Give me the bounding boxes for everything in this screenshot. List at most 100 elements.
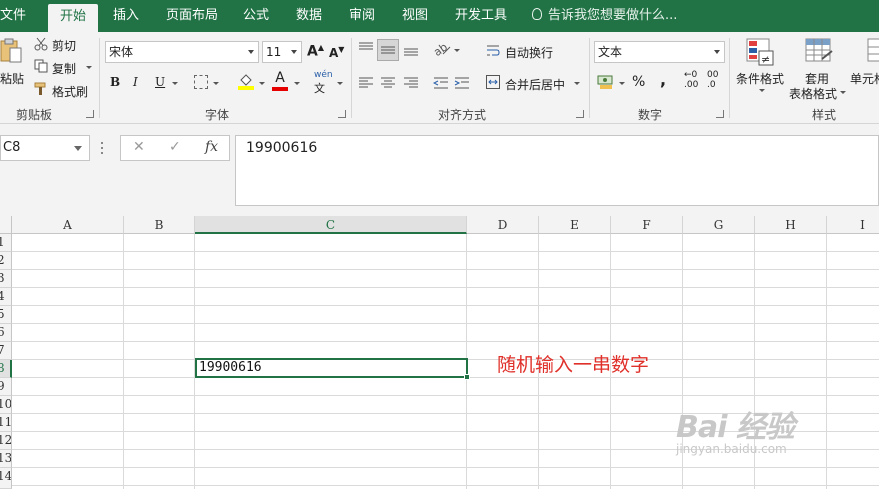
align-top-icon[interactable] bbox=[358, 41, 374, 57]
phonetic-button[interactable]: wén 文 bbox=[314, 70, 333, 96]
border-icon[interactable] bbox=[194, 75, 208, 89]
select-all-corner[interactable] bbox=[0, 216, 12, 234]
format-painter-button[interactable]: 格式刷 bbox=[52, 83, 88, 100]
font-group-label: 字体 bbox=[205, 108, 230, 122]
accounting-format-icon[interactable] bbox=[597, 74, 615, 90]
cancel-icon[interactable]: ✕ bbox=[133, 139, 145, 155]
row-header-11[interactable]: 11 bbox=[0, 414, 12, 432]
chevron-down-icon bbox=[74, 146, 82, 151]
column-header-b[interactable]: B bbox=[124, 216, 195, 234]
wrap-text-button[interactable]: 自动换行 bbox=[505, 44, 553, 61]
row-header-10[interactable]: 10 bbox=[0, 396, 12, 414]
font-launcher[interactable] bbox=[338, 110, 346, 118]
underline-button[interactable]: U bbox=[155, 75, 165, 89]
conditional-formatting-button[interactable]: 条件格式 bbox=[736, 70, 784, 87]
worksheet-grid[interactable]: A B C D E F G H I 1 2 3 4 5 6 7 8 9 10 1… bbox=[0, 216, 879, 489]
row-header-8[interactable]: 8 bbox=[0, 360, 12, 378]
row-header-12[interactable]: 12 bbox=[0, 432, 12, 450]
cell-value: 19900616 bbox=[199, 360, 262, 375]
cut-button[interactable]: 剪切 bbox=[52, 37, 76, 54]
row-header-5[interactable]: 5 bbox=[0, 306, 12, 324]
accounting-dropdown-arrow[interactable] bbox=[619, 82, 625, 85]
align-middle-icon[interactable] bbox=[377, 39, 399, 61]
conditional-dropdown-arrow[interactable] bbox=[759, 89, 765, 92]
merge-dropdown-arrow[interactable] bbox=[574, 82, 580, 85]
decrease-decimal-button[interactable]: 00.0 bbox=[707, 70, 718, 90]
column-header-a[interactable]: A bbox=[12, 216, 124, 234]
clipboard-launcher[interactable] bbox=[86, 110, 94, 118]
row-header-4[interactable]: 4 bbox=[0, 288, 12, 306]
number-format-select[interactable]: 文本 bbox=[594, 41, 725, 63]
shrink-font-button[interactable]: A▼ bbox=[329, 45, 344, 60]
align-right-icon[interactable] bbox=[403, 76, 419, 90]
row-header-6[interactable]: 6 bbox=[0, 324, 12, 342]
tab-page-layout[interactable]: 页面布局 bbox=[166, 0, 218, 32]
font-size-select[interactable]: 11 bbox=[262, 41, 302, 63]
border-dropdown-arrow[interactable] bbox=[213, 82, 219, 85]
italic-button[interactable]: I bbox=[133, 75, 138, 89]
format-as-table-button[interactable]: 表格格式 bbox=[789, 85, 837, 102]
orientation-dropdown-arrow[interactable] bbox=[454, 49, 460, 52]
paste-icon[interactable] bbox=[0, 38, 22, 64]
font-color-icon[interactable]: A bbox=[272, 71, 288, 91]
grow-font-button[interactable]: A▲ bbox=[307, 43, 324, 60]
tab-review[interactable]: 审阅 bbox=[349, 0, 375, 32]
tab-home[interactable]: 开始 bbox=[48, 4, 99, 32]
alignment-launcher[interactable] bbox=[576, 110, 584, 118]
column-header-d[interactable]: D bbox=[467, 216, 539, 234]
tell-me-search[interactable]: 告诉我您想要做什么... bbox=[532, 0, 677, 32]
paste-button[interactable]: 粘贴 bbox=[0, 70, 24, 87]
column-header-i[interactable]: I bbox=[827, 216, 879, 234]
bold-button[interactable]: B bbox=[110, 75, 120, 89]
formula-bar: C8 ✕ ✓ fx 19900616 bbox=[0, 124, 879, 216]
cell-styles-button[interactable]: 单元格 bbox=[850, 70, 879, 87]
row-header-3[interactable]: 3 bbox=[0, 270, 12, 288]
percent-button[interactable]: % bbox=[632, 74, 645, 90]
tab-file[interactable]: 文件 bbox=[0, 0, 26, 32]
underline-dropdown-arrow[interactable] bbox=[172, 82, 178, 85]
comma-button[interactable]: , bbox=[660, 70, 666, 89]
tab-data[interactable]: 数据 bbox=[296, 0, 322, 32]
column-header-c[interactable]: C bbox=[195, 216, 467, 234]
increase-indent-icon[interactable] bbox=[454, 76, 470, 90]
row-header-9[interactable]: 9 bbox=[0, 378, 12, 396]
column-header-f[interactable]: F bbox=[611, 216, 683, 234]
enter-icon[interactable]: ✓ bbox=[169, 139, 181, 155]
font-color-dropdown-arrow[interactable] bbox=[294, 82, 300, 85]
formula-bar-grip[interactable] bbox=[101, 142, 104, 156]
tab-developer[interactable]: 开发工具 bbox=[455, 0, 507, 32]
fill-color-dropdown-arrow[interactable] bbox=[259, 82, 265, 85]
align-bottom-icon[interactable] bbox=[403, 41, 419, 57]
fill-color-icon[interactable] bbox=[238, 72, 254, 90]
copy-dropdown-arrow[interactable] bbox=[86, 66, 92, 69]
name-box[interactable]: C8 bbox=[0, 135, 90, 161]
column-header-h[interactable]: H bbox=[755, 216, 827, 234]
column-header-g[interactable]: G bbox=[683, 216, 755, 234]
column-header-e[interactable]: E bbox=[539, 216, 611, 234]
font-color-letter: A bbox=[275, 70, 285, 86]
tab-insert[interactable]: 插入 bbox=[113, 0, 139, 32]
insert-function-icon[interactable]: fx bbox=[205, 139, 218, 155]
align-center-icon[interactable] bbox=[380, 76, 396, 90]
phonetic-dropdown-arrow[interactable] bbox=[337, 82, 343, 85]
formula-input[interactable]: 19900616 bbox=[235, 135, 879, 206]
decrease-indent-icon[interactable] bbox=[432, 76, 449, 90]
chevron-down-icon bbox=[714, 50, 720, 54]
merge-center-button[interactable]: 合并后居中 bbox=[505, 76, 565, 93]
tab-formulas[interactable]: 公式 bbox=[243, 0, 269, 32]
fill-handle[interactable] bbox=[464, 374, 470, 380]
align-left-icon[interactable] bbox=[358, 76, 374, 90]
selected-cell-c8[interactable]: 19900616 bbox=[195, 358, 470, 380]
copy-button[interactable]: 复制 bbox=[52, 60, 76, 77]
format-as-table-dropdown-arrow[interactable] bbox=[840, 91, 846, 94]
orientation-icon[interactable]: ab bbox=[431, 40, 451, 59]
number-launcher[interactable] bbox=[716, 110, 724, 118]
font-name-select[interactable]: 宋体 bbox=[105, 41, 259, 63]
row-header-2[interactable]: 2 bbox=[0, 252, 12, 270]
row-header-13[interactable]: 13 bbox=[0, 450, 12, 468]
increase-decimal-button[interactable]: ←0.00 bbox=[684, 70, 698, 90]
row-header-14[interactable]: 14 bbox=[0, 468, 12, 489]
row-header-1[interactable]: 1 bbox=[0, 234, 12, 252]
row-header-7[interactable]: 7 bbox=[0, 342, 12, 360]
tab-view[interactable]: 视图 bbox=[402, 0, 428, 32]
